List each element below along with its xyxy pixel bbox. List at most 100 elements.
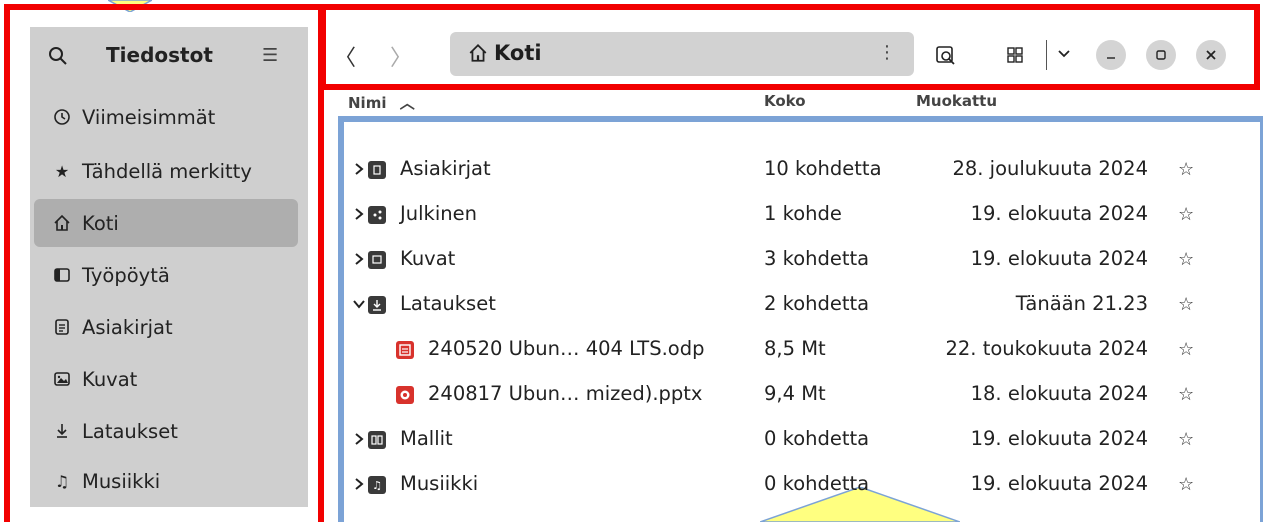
download-icon xyxy=(52,421,72,441)
folder-public-icon xyxy=(368,206,386,224)
chevron-right-icon[interactable] xyxy=(352,160,366,178)
sidebar-item-label: Asiakirjat xyxy=(82,315,173,339)
sidebar-item-label: Työpöytä xyxy=(82,263,170,287)
file-name: Kuvat xyxy=(400,247,456,270)
header-separator xyxy=(1046,40,1047,70)
column-header-label: Nimi xyxy=(348,94,387,112)
sort-ascending-icon: ︿ xyxy=(399,94,415,112)
close-icon xyxy=(1206,50,1216,60)
svg-text:♫: ♫ xyxy=(372,479,382,492)
star-icon: ★ xyxy=(54,161,70,181)
column-header-modified[interactable]: Muokattu xyxy=(916,92,997,110)
chevron-right-icon[interactable] xyxy=(352,430,366,448)
desktop-icon xyxy=(52,265,72,285)
search-icon[interactable] xyxy=(46,44,70,68)
star-outline-icon[interactable]: ☆ xyxy=(1178,429,1194,450)
chevron-down-icon[interactable] xyxy=(352,295,366,313)
image-icon xyxy=(52,369,72,389)
maximize-button[interactable] xyxy=(1146,40,1176,70)
file-name: 240520 Ubun… 404 LTS.odp xyxy=(428,337,705,360)
chevron-right-icon[interactable] xyxy=(352,475,366,493)
sidebar-item-starred[interactable]: ★ Tähdellä merkitty xyxy=(34,147,298,195)
home-icon xyxy=(469,43,487,62)
sidebar-item-label: Viimeisimmät xyxy=(82,105,216,129)
file-row[interactable]: Julkinen 1 kohde 19. elokuuta 2024 ☆ xyxy=(346,193,1246,237)
file-name: Asiakirjat xyxy=(400,157,491,180)
chevron-right-icon[interactable] xyxy=(352,205,366,223)
file-name: Musiikki xyxy=(400,472,479,495)
sidebar-item-music[interactable]: ♫ Musiikki xyxy=(34,457,298,505)
presentation-pptx-icon xyxy=(396,386,414,404)
close-button[interactable] xyxy=(1196,40,1226,70)
column-header-label: Koko xyxy=(764,92,806,110)
file-row[interactable]: Mallit 0 kohdetta 19. elokuuta 2024 ☆ xyxy=(346,418,1246,462)
file-name: 240817 Ubun… mized).pptx xyxy=(428,382,703,405)
sidebar-item-downloads[interactable]: Lataukset xyxy=(34,407,298,455)
kebab-menu-icon[interactable]: ⋮ xyxy=(878,42,896,63)
file-modified: 19. elokuuta 2024 xyxy=(970,427,1148,450)
folder-download-icon xyxy=(368,296,386,314)
clock-icon xyxy=(52,107,72,127)
chevron-right-icon[interactable] xyxy=(352,250,366,268)
sidebar-item-home[interactable]: Koti xyxy=(34,199,298,247)
file-modified: 19. elokuuta 2024 xyxy=(970,202,1148,225)
file-row[interactable]: ♫ Musiikki 0 kohdetta 19. elokuuta 2024 … xyxy=(346,463,1246,507)
folder-templates-icon xyxy=(368,431,386,449)
star-outline-icon[interactable]: ☆ xyxy=(1178,474,1194,495)
column-header-size[interactable]: Koko xyxy=(764,92,806,110)
back-button[interactable]: 〈 xyxy=(334,40,356,72)
sidebar-item-label: Lataukset xyxy=(82,419,178,443)
file-modified: 28. joulukuuta 2024 xyxy=(952,157,1148,180)
file-row[interactable]: Asiakirjat 10 kohdetta 28. joulukuuta 20… xyxy=(346,148,1246,192)
file-size: 2 kohdetta xyxy=(764,292,870,315)
file-row[interactable]: Kuvat 3 kohdetta 19. elokuuta 2024 ☆ xyxy=(346,238,1246,282)
file-row[interactable]: 240520 Ubun… 404 LTS.odp 8,5 Mt 22. touk… xyxy=(346,328,1246,372)
star-outline-icon[interactable]: ☆ xyxy=(1178,204,1194,225)
sidebar-item-documents[interactable]: Asiakirjat xyxy=(34,303,298,351)
sidebar-item-pictures[interactable]: Kuvat xyxy=(34,355,298,403)
file-modified: 19. elokuuta 2024 xyxy=(970,247,1148,270)
file-name: Lataukset xyxy=(400,292,496,315)
sidebar-header: Tiedostot ☰ xyxy=(30,27,308,87)
search-files-icon[interactable] xyxy=(934,44,958,68)
file-size: 1 kohde xyxy=(764,202,842,225)
file-modified: Tänään 21.23 xyxy=(1015,292,1148,315)
callout-pointer-top xyxy=(108,0,152,12)
document-icon xyxy=(52,317,72,337)
star-outline-icon[interactable]: ☆ xyxy=(1178,384,1194,405)
folder-pictures-icon xyxy=(368,251,386,269)
file-size: 3 kohdetta xyxy=(764,247,870,270)
app-title: Tiedostot xyxy=(106,43,213,67)
star-outline-icon[interactable]: ☆ xyxy=(1178,159,1194,180)
music-icon: ♫ xyxy=(54,471,70,491)
forward-button[interactable]: 〉 xyxy=(390,40,412,72)
star-outline-icon[interactable]: ☆ xyxy=(1178,339,1194,360)
minimize-button[interactable] xyxy=(1096,40,1126,70)
sidebar-item-label: Tähdellä merkitty xyxy=(82,159,252,183)
folder-documents-icon xyxy=(368,161,386,179)
maximize-icon xyxy=(1156,50,1166,60)
minimize-icon xyxy=(1107,57,1115,59)
star-outline-icon[interactable]: ☆ xyxy=(1178,294,1194,315)
file-modified: 22. toukokuuta 2024 xyxy=(945,337,1148,360)
sidebar: Tiedostot ☰ Viimeisimmät ★ Tähdellä merk… xyxy=(30,27,308,507)
star-outline-icon[interactable]: ☆ xyxy=(1178,249,1194,270)
grid-view-icon[interactable] xyxy=(1006,46,1024,64)
file-size: 0 kohdetta xyxy=(764,472,870,495)
sidebar-item-desktop[interactable]: Työpöytä xyxy=(34,251,298,299)
file-row[interactable]: 240817 Ubun… mized).pptx 9,4 Mt 18. elok… xyxy=(346,373,1246,417)
file-row[interactable]: Lataukset 2 kohdetta Tänään 21.23 ☆ xyxy=(346,283,1246,327)
sidebar-item-label: Kuvat xyxy=(82,367,138,391)
presentation-odp-icon xyxy=(396,341,414,359)
file-size: 0 kohdetta xyxy=(764,427,870,450)
sidebar-item-recent[interactable]: Viimeisimmät xyxy=(34,93,298,141)
path-bar[interactable]: Koti ⋮ xyxy=(450,32,914,76)
hamburger-menu-icon[interactable]: ☰ xyxy=(262,45,278,66)
chevron-down-icon[interactable] xyxy=(1056,46,1072,62)
file-name: Mallit xyxy=(400,427,453,450)
file-modified: 19. elokuuta 2024 xyxy=(970,472,1148,495)
folder-music-icon: ♫ xyxy=(368,476,386,494)
path-label: Koti xyxy=(494,41,542,65)
column-header-name[interactable]: Nimi ︿ xyxy=(348,92,415,113)
column-header-label: Muokattu xyxy=(916,92,998,110)
